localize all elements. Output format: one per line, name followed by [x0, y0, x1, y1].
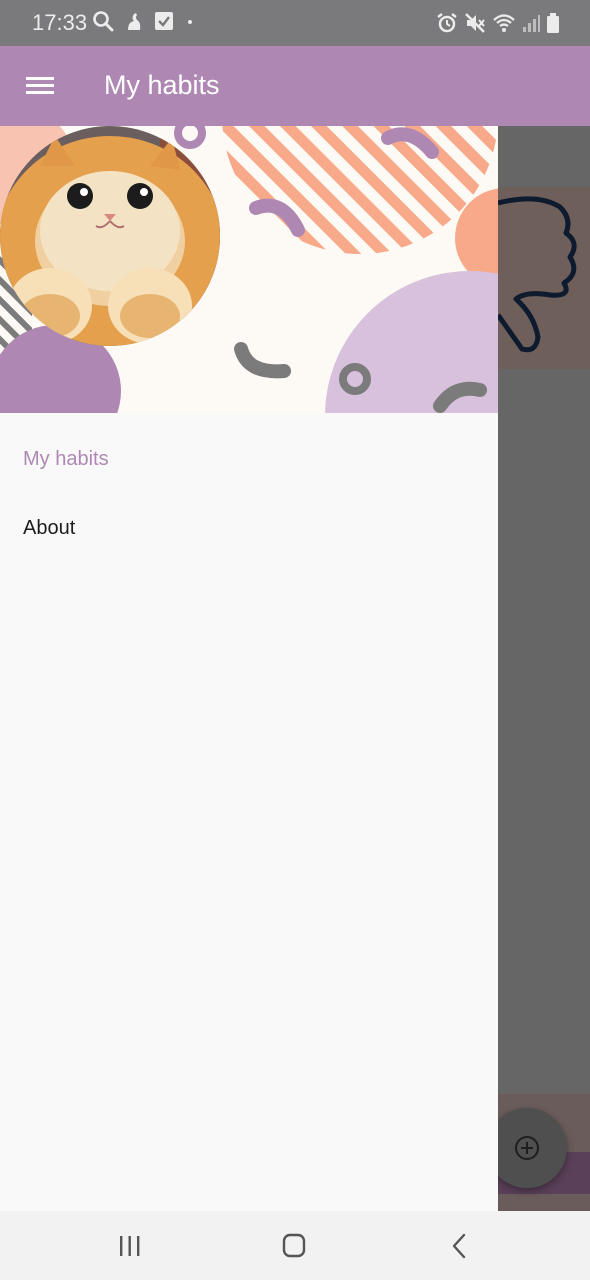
- back-button[interactable]: [440, 1229, 480, 1263]
- drawer-item-label: About: [23, 517, 76, 539]
- dot-icon: [188, 20, 192, 24]
- recents-button[interactable]: [110, 1229, 150, 1263]
- recents-icon: [120, 1236, 140, 1256]
- status-left-icons: [92, 10, 196, 32]
- back-icon: [452, 1233, 466, 1259]
- home-icon: [282, 1233, 306, 1258]
- status-right-icons: [436, 12, 560, 34]
- cat-avatar-image: [0, 126, 220, 346]
- checkbox-icon: [155, 12, 173, 30]
- add-circle-icon: [515, 1136, 539, 1160]
- app-title: My habits: [104, 70, 220, 100]
- hamburger-menu-button[interactable]: [24, 72, 56, 100]
- signal-icon: [523, 15, 540, 32]
- search-icon: [93, 11, 114, 32]
- drawer-item-my-habits[interactable]: My habits: [0, 430, 498, 490]
- home-button[interactable]: [274, 1229, 314, 1263]
- drawer-item-label: My habits: [23, 448, 109, 470]
- alarm-icon: [437, 13, 457, 33]
- add-habit-button[interactable]: [487, 1108, 567, 1188]
- hamburger-menu-icon: [26, 77, 54, 94]
- avatar: [0, 126, 220, 346]
- wifi-icon: [493, 14, 515, 32]
- habit-card: [495, 187, 590, 369]
- mute-icon: [465, 13, 485, 33]
- navigation-drawer: My habits About: [0, 126, 498, 1211]
- battery-icon: [547, 13, 559, 33]
- drawer-item-about[interactable]: About: [0, 499, 498, 559]
- drawer-header: [0, 126, 498, 413]
- app-bar: My habits: [0, 46, 590, 126]
- status-bar: 17:33: [0, 0, 590, 46]
- status-time: 17:33: [32, 10, 88, 35]
- notification-icon: [128, 13, 141, 30]
- thumbs-down-icon: [495, 196, 577, 353]
- system-nav-bar: [0, 1211, 590, 1280]
